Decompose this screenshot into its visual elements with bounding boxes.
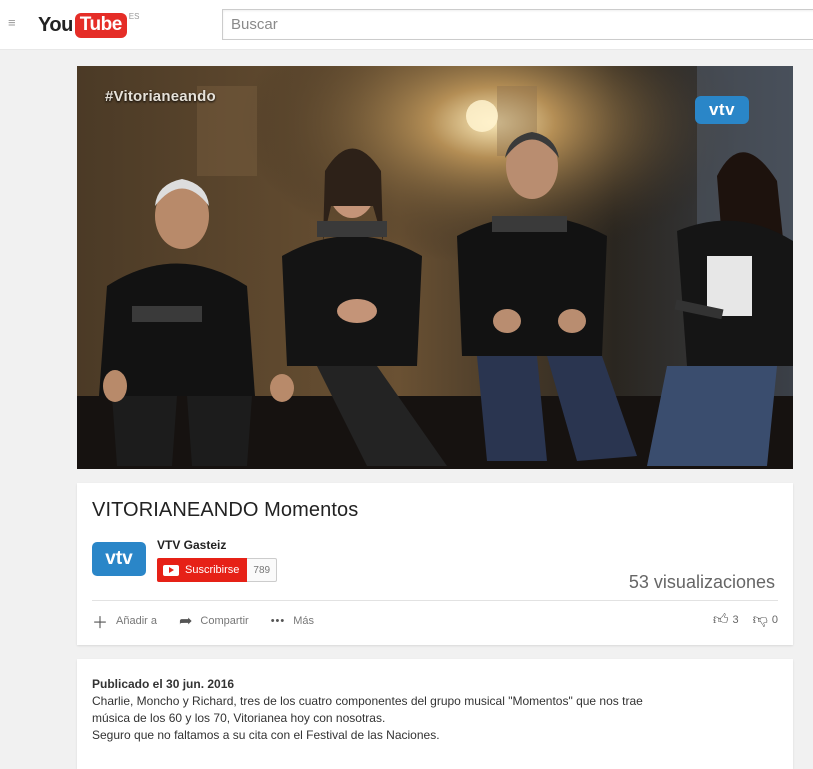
view-count: 53 visualizaciones <box>628 572 775 592</box>
logo-region-code: ES <box>128 11 140 21</box>
share-button[interactable]: ➦ Compartir <box>179 611 249 631</box>
video-info-card: VITORIANEANDO Momentos vtv VTV Gasteiz S… <box>77 483 793 645</box>
add-to-button[interactable]: ＋ Añadir a <box>92 609 157 633</box>
subscriber-count: 789 <box>247 558 278 582</box>
logo-tube-text: Tube <box>74 12 127 38</box>
video-channel-watermark: vtv <box>695 96 749 124</box>
share-label: Compartir <box>200 615 249 627</box>
publish-date: Publicado el 30 jun. 2016 <box>92 677 235 691</box>
like-count: 3 <box>732 614 739 626</box>
description-card: Publicado el 30 jun. 2016 Charlie, Monch… <box>77 659 793 769</box>
dislike-count: 0 <box>771 614 778 626</box>
youtube-play-icon <box>163 564 179 576</box>
add-to-label: Añadir a <box>116 615 157 627</box>
search-box[interactable] <box>222 9 813 40</box>
more-label: Más <box>293 615 315 627</box>
description-line: música de los 60 y los 70, Vitorianea ho… <box>92 711 386 725</box>
subscribe-group: Suscribirse 789 <box>157 558 278 582</box>
more-icon: ••• <box>270 615 286 627</box>
subscribe-label: Suscribirse <box>185 564 240 576</box>
plus-icon: ＋ <box>92 615 109 632</box>
subscribe-button[interactable]: Suscribirse <box>157 558 248 582</box>
search-input[interactable] <box>223 10 813 39</box>
thumbs-up-icon[interactable]: 👍︎ <box>713 611 729 629</box>
channel-avatar[interactable]: vtv <box>92 542 146 576</box>
action-bar: ＋ Añadir a ➦ Compartir ••• Más <box>92 610 336 632</box>
rating-bar: 👍︎ 3 👎︎ 0 <box>699 611 778 629</box>
video-overlay-hashtag: #Vitorianeando <box>105 88 216 105</box>
divider <box>92 600 778 601</box>
video-player[interactable]: #Vitorianeando vtv <box>77 66 793 469</box>
thumbs-down-icon[interactable]: 👎︎ <box>753 611 768 629</box>
video-frame <box>77 66 793 469</box>
channel-name-link[interactable]: VTV Gasteiz <box>157 538 226 552</box>
video-title: VITORIANEANDO Momentos <box>92 499 359 521</box>
share-icon: ➦ <box>179 613 193 630</box>
more-button[interactable]: ••• Más <box>271 615 314 627</box>
youtube-logo[interactable]: You Tube ES <box>38 10 140 40</box>
description-line: Charlie, Moncho y Richard, tres de los c… <box>92 694 643 708</box>
masthead: ≡ You Tube ES <box>0 0 813 50</box>
hamburger-menu-icon[interactable]: ≡ <box>8 16 22 30</box>
description-line: Seguro que no faltamos a su cita con el … <box>92 728 440 742</box>
logo-you-text: You <box>38 13 73 36</box>
